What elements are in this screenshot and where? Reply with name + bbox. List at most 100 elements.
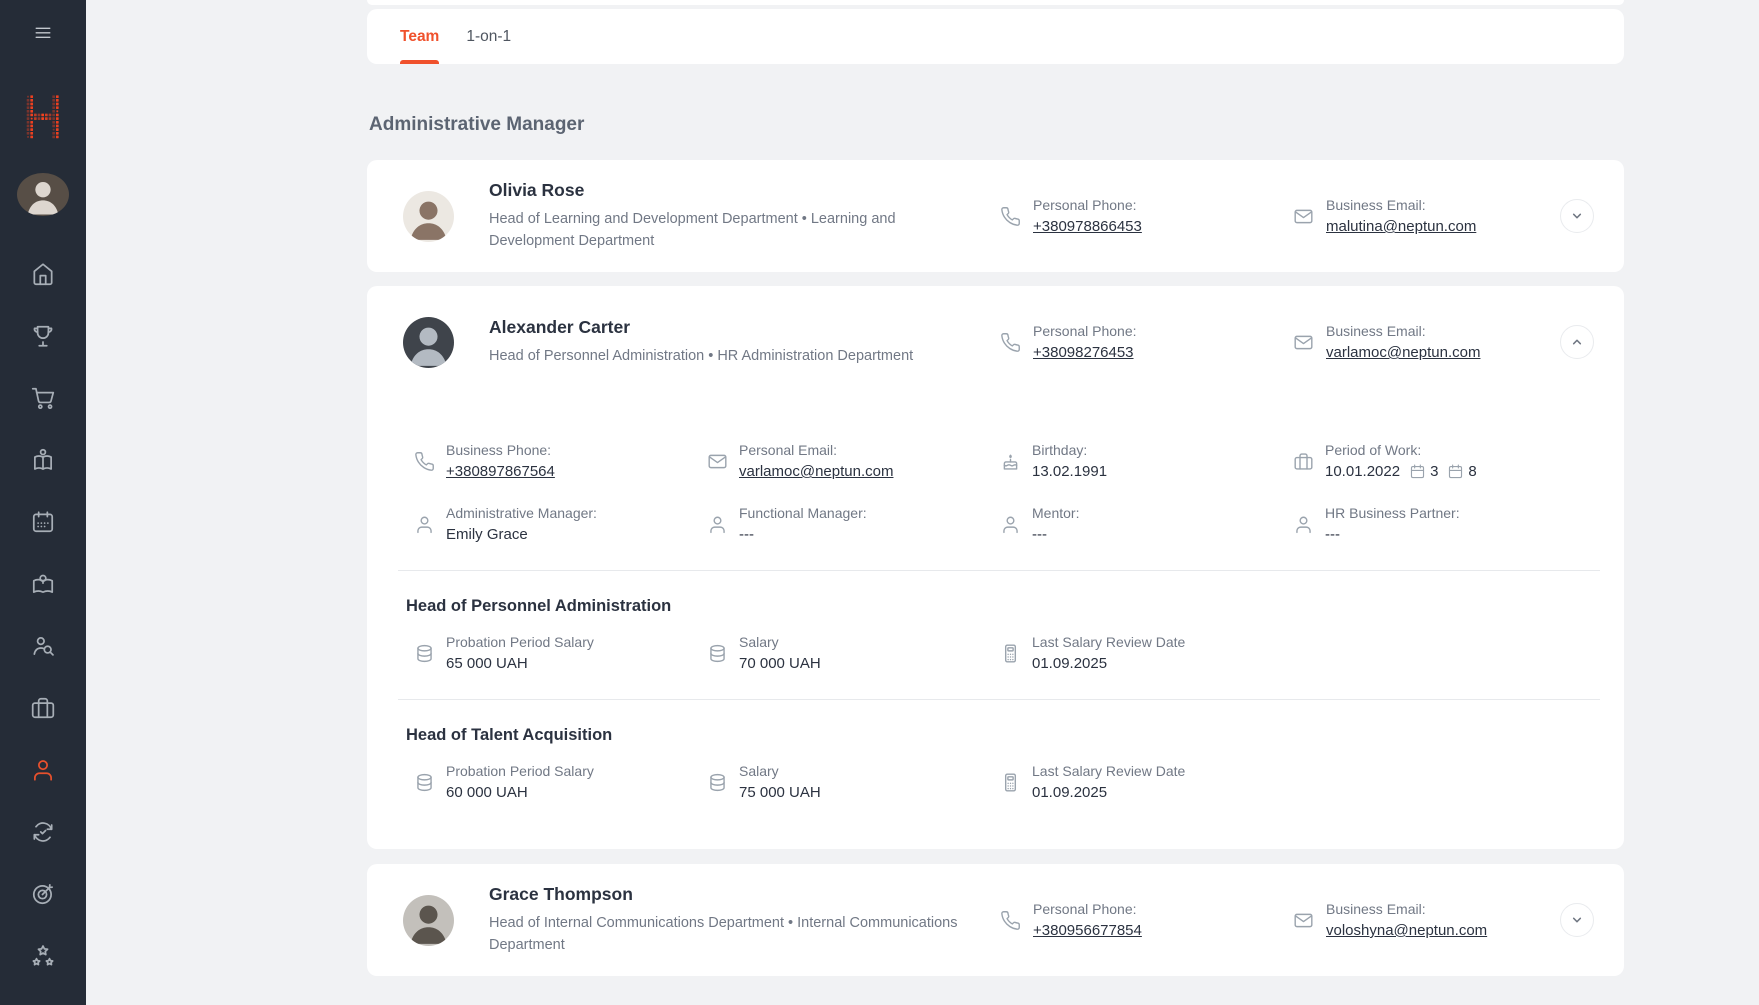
employee-card: Olivia Rose Head of Learning and Develop… [367,160,1624,272]
business-email-link[interactable]: varlamoc@neptun.com [1326,344,1480,361]
salary-label: Salary [739,634,821,650]
business-phone-link[interactable]: +380897867564 [446,463,555,480]
personal-phone-label: Personal Phone: [1033,901,1142,917]
employee-name: Grace Thompson [489,884,979,905]
position-salary-row: Probation Period Salary 60 000 UAH Salar… [414,763,1600,801]
birthday-label: Birthday: [1032,442,1107,458]
calendar-icon [1409,463,1426,480]
employee-name: Alexander Carter [489,317,979,338]
personal-email-link[interactable]: varlamoc@neptun.com [739,463,893,480]
sidebar-user-avatar[interactable] [17,173,69,216]
phone-icon [1000,910,1021,931]
avatar [403,317,454,368]
business-email-link[interactable]: voloshyna@neptun.com [1326,922,1487,939]
previous-card-edge [367,0,1624,5]
tab-team[interactable]: Team [400,9,439,64]
employee-name: Olivia Rose [489,180,979,201]
salary-value: 75 000 UAH [739,784,821,801]
business-phone-label: Business Phone: [446,442,555,458]
phone-icon [414,451,435,472]
business-email-label: Business Email: [1326,901,1487,917]
employee-title: Head of Learning and Development Departm… [489,209,979,251]
calendar-icon [1447,463,1464,480]
avatar [403,895,454,946]
administrative-manager-value: Emily Grace [446,526,597,543]
coins-icon [707,643,728,664]
calculator-icon [1000,643,1021,664]
employee-card: Alexander Carter Head of Personnel Admin… [367,286,1624,849]
personal-phone-link[interactable]: +380956677854 [1033,922,1142,939]
knowledge-book-icon[interactable] [30,571,56,597]
last-salary-review-label: Last Salary Review Date [1032,763,1185,779]
logo-h-icon[interactable] [23,95,63,139]
people-icon[interactable] [30,757,56,783]
business-email-label: Business Email: [1326,197,1476,213]
hr-business-partner-value: --- [1325,526,1460,543]
employee-details: Business Phone: +380897867564 Personal E… [414,442,1600,543]
trophy-icon[interactable] [30,323,56,349]
collapse-button[interactable] [1560,325,1594,359]
administrative-manager-label: Administrative Manager: [446,505,597,521]
divider [398,570,1600,571]
last-salary-review-value: 01.09.2025 [1032,784,1185,801]
coins-icon [414,772,435,793]
chevron-up-icon [1567,332,1587,352]
envelope-icon [1293,910,1314,931]
cake-icon [1000,451,1021,472]
briefcase-icon [1293,451,1314,472]
coins-icon [414,643,435,664]
years-of-work: 3 [1430,463,1438,480]
person-icon [414,514,435,535]
period-of-work-value: 10.01.2022 [1325,463,1400,480]
shopping-cart-icon[interactable] [30,385,56,411]
envelope-icon [1293,206,1314,227]
sync-check-icon[interactable] [30,819,56,845]
birthday-value: 13.02.1991 [1032,463,1107,480]
calendar-icon[interactable] [30,509,56,535]
phone-icon [1000,206,1021,227]
functional-manager-label: Functional Manager: [739,505,867,521]
person-search-icon[interactable] [30,633,56,659]
functional-manager-value: --- [739,526,867,543]
personal-phone-label: Personal Phone: [1033,323,1137,339]
person-reading-icon[interactable] [30,447,56,473]
target-icon[interactable] [30,881,56,907]
sidebar-nav [30,261,56,1005]
hr-business-partner-label: HR Business Partner: [1325,505,1460,521]
home-icon[interactable] [30,261,56,287]
employee-title: Head of Personnel Administration • HR Ad… [489,346,979,367]
main-content: Team 1-on-1 Administrative Manager Olivi… [86,0,1759,1005]
divider [398,699,1600,700]
probation-salary-label: Probation Period Salary [446,763,594,779]
calculator-icon [1000,772,1021,793]
probation-salary-label: Probation Period Salary [446,634,594,650]
personal-email-label: Personal Email: [739,442,893,458]
person-icon [707,514,728,535]
last-salary-review-value: 01.09.2025 [1032,655,1185,672]
mentor-label: Mentor: [1032,505,1079,521]
briefcase-icon[interactable] [30,695,56,721]
employee-title: Head of Internal Communications Departme… [489,913,979,955]
tabs-bar: Team 1-on-1 [367,9,1624,64]
chevron-down-icon [1567,910,1587,930]
personal-phone-link[interactable]: +38098276453 [1033,344,1134,361]
page-title: Administrative Manager [369,114,1624,136]
hamburger-icon[interactable] [30,22,56,44]
stars-icon[interactable] [30,943,56,969]
salary-label: Salary [739,763,821,779]
chevron-down-icon [1567,206,1587,226]
business-email-label: Business Email: [1326,323,1480,339]
business-email-link[interactable]: malutina@neptun.com [1326,218,1476,235]
employee-card: Grace Thompson Head of Internal Communic… [367,864,1624,976]
personal-phone-label: Personal Phone: [1033,197,1142,213]
expand-button[interactable] [1560,903,1594,937]
position-title: Head of Personnel Administration [406,597,1624,616]
expand-button[interactable] [1560,199,1594,233]
personal-phone-link[interactable]: +380978866453 [1033,218,1142,235]
salary-value: 70 000 UAH [739,655,821,672]
period-of-work-label: Period of Work: [1325,442,1477,458]
person-icon [1000,514,1021,535]
last-salary-review-label: Last Salary Review Date [1032,634,1185,650]
tab-1-on-1[interactable]: 1-on-1 [466,9,511,64]
mentor-value: --- [1032,526,1079,543]
